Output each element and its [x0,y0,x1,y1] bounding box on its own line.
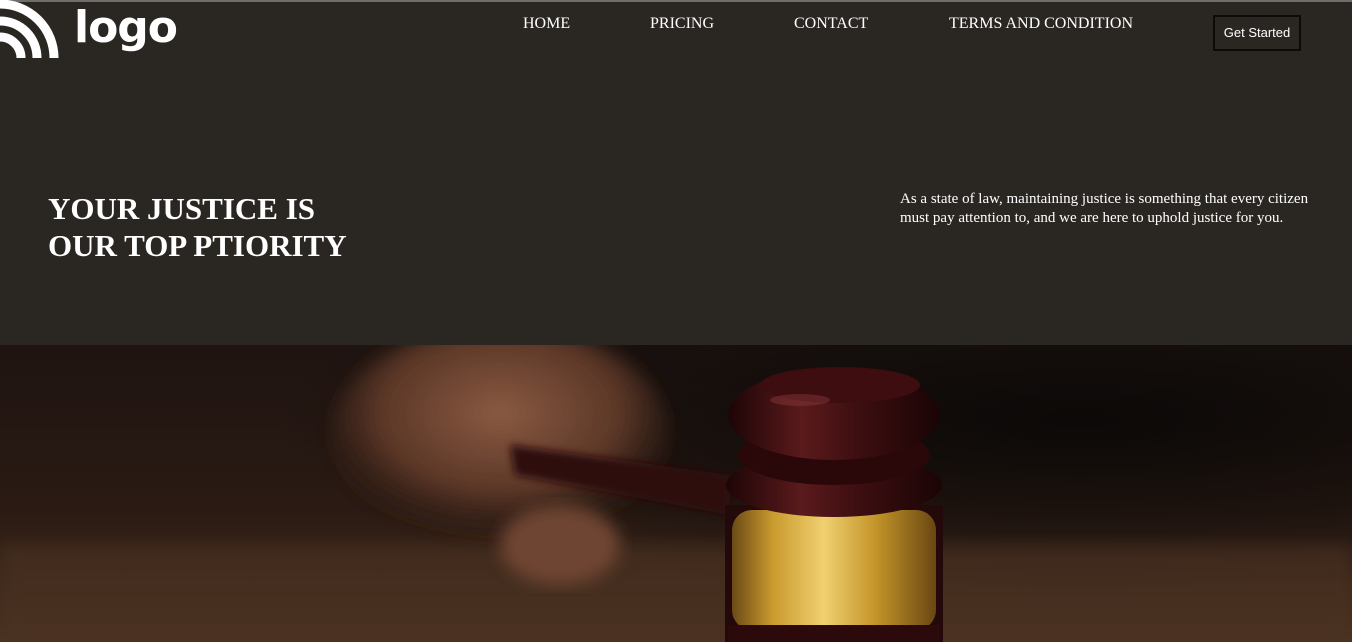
logo-text: logo [74,2,178,53]
top-border-line [0,0,1352,2]
logo[interactable]: logo [0,0,178,64]
logo-arcs-icon [0,0,59,59]
nav-pricing[interactable]: PRICING [650,14,714,34]
hero-title-line-2: OUR TOP PTIORITY [48,228,347,263]
get-started-button[interactable]: Get Started [1213,15,1301,51]
hero-description: As a state of law, maintaining justice i… [900,191,1309,226]
hero-title-line-1: YOUR JUSTICE IS [48,191,316,226]
nav-contact[interactable]: CONTACT [794,14,868,34]
gavel-image [0,345,1352,642]
nav-terms[interactable]: TERMS AND CONDITION [949,14,1133,34]
nav-home[interactable]: HOME [523,14,570,34]
hero-title: YOUR JUSTICE IS OUR TOP PTIORITY [48,190,347,264]
